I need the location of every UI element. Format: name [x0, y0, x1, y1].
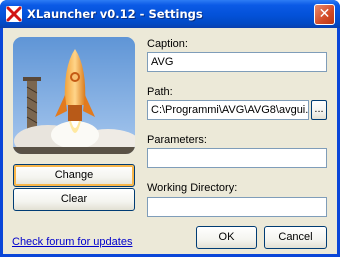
- close-button[interactable]: ✕: [314, 4, 335, 25]
- working-directory-field[interactable]: [147, 197, 327, 217]
- clear-button[interactable]: Clear: [13, 188, 135, 211]
- launcher-image[interactable]: [13, 37, 135, 154]
- change-button[interactable]: Change: [13, 164, 135, 187]
- browse-button[interactable]: ...: [311, 100, 327, 120]
- dialog-body: Change Clear Caption: AVG Path: C:\Progr…: [3, 28, 337, 254]
- caption-field[interactable]: AVG: [147, 52, 327, 72]
- path-label: Path:: [147, 86, 173, 98]
- cancel-button[interactable]: Cancel: [264, 226, 327, 249]
- path-field[interactable]: C:\Programmi\AVG\AVG8\avgui.exe: [147, 100, 309, 120]
- working-directory-label: Working Directory:: [147, 182, 238, 194]
- caption-label: Caption:: [147, 38, 188, 50]
- window-title: XLauncher v0.12 - Settings: [27, 7, 203, 21]
- check-forum-link[interactable]: Check forum for updates: [12, 236, 132, 248]
- parameters-label: Parameters:: [147, 134, 207, 146]
- ok-button[interactable]: OK: [196, 226, 257, 249]
- title-bar[interactable]: XLauncher v0.12 - Settings ✕: [0, 0, 340, 28]
- parameters-field[interactable]: [147, 148, 327, 168]
- xlauncher-logo-icon: [6, 6, 22, 22]
- settings-window: XLauncher v0.12 - Settings ✕ Change Clea…: [0, 0, 340, 257]
- close-icon: ✕: [318, 6, 331, 22]
